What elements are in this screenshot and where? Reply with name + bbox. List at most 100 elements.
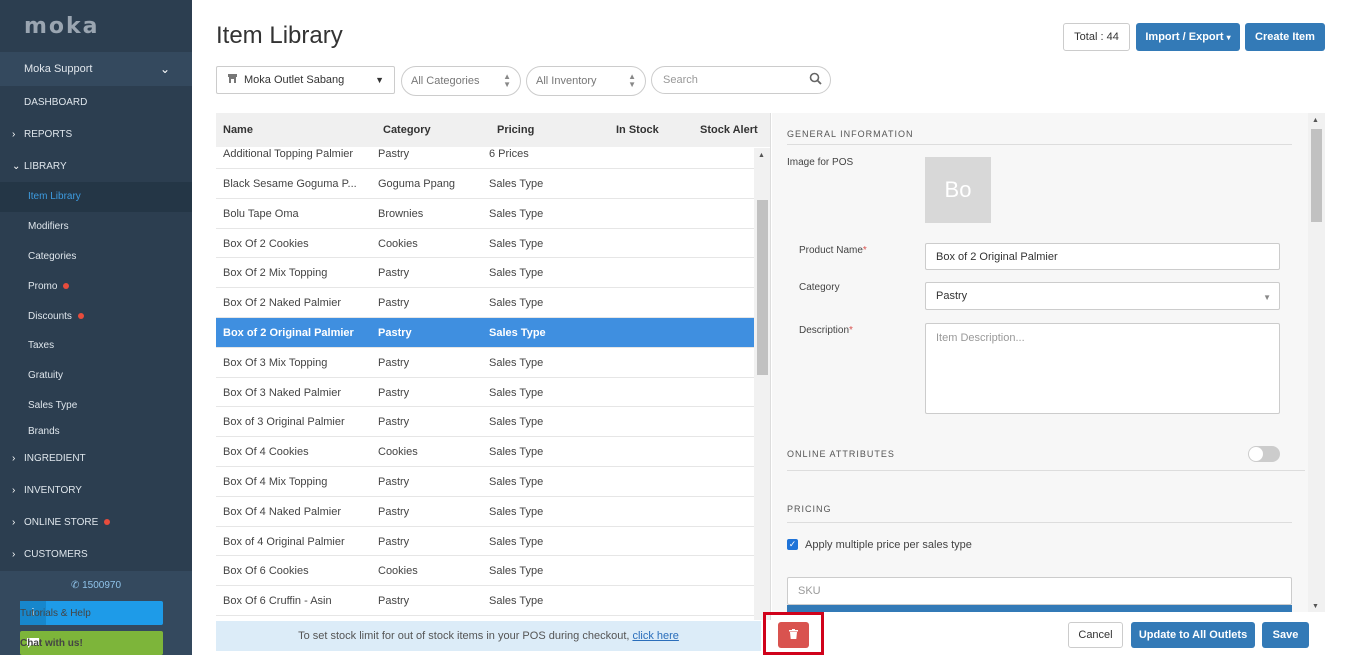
online-attributes-toggle[interactable] (1248, 446, 1280, 462)
divider (787, 522, 1292, 523)
nav-online-store[interactable]: › ONLINE STORE (0, 506, 192, 538)
outlet-select[interactable]: Moka Outlet Sabang ▼ (216, 66, 395, 94)
nav-library[interactable]: ⌄ LIBRARY (0, 150, 192, 182)
description-textarea[interactable]: Item Description... (925, 323, 1280, 414)
general-information-heading: GENERAL INFORMATION (787, 129, 914, 139)
category-filter-select[interactable]: All Categories ▲ ▼ (401, 66, 521, 96)
stock-limit-info-bar: To set stock limit for out of stock item… (216, 621, 761, 651)
table-scrollbar[interactable]: ▲ (754, 148, 770, 620)
cell-category: Pastry (378, 326, 412, 339)
sidebar-item-discounts[interactable]: Discounts (0, 301, 192, 331)
info-bar-text: To set stock limit for out of stock item… (298, 630, 630, 642)
column-header-pricing[interactable]: Pricing (497, 124, 534, 136)
divider (787, 470, 1305, 471)
search-input[interactable]: Search (651, 66, 831, 94)
cell-category: Cookies (378, 565, 418, 578)
notification-dot (63, 283, 70, 290)
support-phone[interactable]: ✆ 1500970 (0, 571, 192, 591)
chat-button[interactable]: Chat with us! (20, 631, 163, 655)
sidebar-item-promo[interactable]: Promo (0, 271, 192, 301)
table-row[interactable]: Box of 3 Original Palmier Pastry Sales Typ… (216, 407, 754, 438)
cell-pricing: Sales Type (489, 475, 544, 488)
nav-reports[interactable]: › REPORTS (0, 118, 192, 150)
cell-name: Box Of 6 Cookies (223, 565, 309, 578)
nav-dashboard[interactable]: DASHBOARD (0, 86, 192, 118)
cell-pricing: Sales Type (489, 416, 544, 429)
account-name: Moka Support (24, 63, 93, 75)
sidebar-item-brands[interactable]: Brands (0, 420, 192, 442)
table-row[interactable]: Box of 2 Original Palmier Pastry Sales Typ… (216, 317, 754, 348)
cancel-button[interactable]: Cancel (1068, 622, 1123, 648)
product-image-placeholder[interactable]: Bo (925, 157, 991, 223)
table-row[interactable]: Box Of 3 Mix Topping Pastry Sales Type (216, 348, 754, 378)
scroll-up-arrow-icon[interactable]: ▲ (1312, 117, 1319, 124)
nav-library-label: LIBRARY (24, 160, 67, 172)
nav-inventory[interactable]: › INVENTORY (0, 474, 192, 506)
sidebar-item-sales-type[interactable]: Sales Type (0, 391, 192, 421)
delete-button[interactable] (778, 622, 809, 648)
sidebar-item-discounts-label: Discounts (28, 310, 72, 322)
chevron-right-icon: › (12, 128, 16, 140)
category-select[interactable]: Pastry ▼ (925, 282, 1280, 310)
chevron-right-icon: › (12, 484, 16, 496)
sku-input[interactable]: SKU (787, 577, 1292, 605)
inventory-filter-select[interactable]: All Inventory ▲ ▼ (526, 66, 646, 96)
click-here-link[interactable]: click here (632, 630, 678, 642)
update-all-outlets-button[interactable]: Update to All Outlets (1131, 622, 1255, 648)
scrollbar-thumb[interactable] (757, 200, 768, 375)
table-row[interactable]: Box Of 2 Naked Palmier Pastry Sales Type (216, 288, 754, 318)
table-row[interactable]: Box Of 3 Naked Palmier Pastry Sales Type (216, 378, 754, 408)
nav-ingredient[interactable]: › INGREDIENT (0, 442, 192, 474)
tutorials-help-button[interactable]: i Tutorials & Help (20, 601, 163, 625)
table-row[interactable]: Black Sesame Goguma P... Goguma Ppang Sale… (216, 169, 754, 199)
scrollbar-thumb[interactable] (1311, 129, 1322, 222)
sidebar-footer: ✆ 1500970 i Tutorials & Help Chat with u… (0, 571, 192, 655)
table-row[interactable]: Box Of 2 Mix Topping Pastry Sales Type (216, 258, 754, 289)
outlet-select-value: Moka Outlet Sabang (244, 74, 345, 86)
sidebar-item-modifiers[interactable]: Modifiers (0, 212, 192, 242)
cell-pricing: Sales Type (489, 297, 544, 310)
table-row[interactable]: Additional Topping Palmier Pastry 6 Prices (216, 148, 754, 169)
column-header-category[interactable]: Category (383, 124, 431, 136)
cell-category: Pastry (378, 475, 410, 488)
table-row[interactable]: Box Of 6 Cruffin - Asin Pastry Sales Type (216, 586, 754, 616)
nav-customers-label: CUSTOMERS (24, 548, 88, 560)
cell-name: Additional Topping Palmier (223, 148, 354, 160)
item-detail-panel: GENERAL INFORMATION Image for POS Bo Pro… (772, 113, 1325, 612)
table-row[interactable]: Box Of 4 Mix Topping Pastry Sales Type (216, 467, 754, 497)
table-row[interactable]: Box Of 4 Cookies Cookies Sales Type (216, 437, 754, 467)
table-row[interactable]: Box Of 2 Cookies Cookies Sales Type (216, 229, 754, 259)
sidebar-item-taxes[interactable]: Taxes (0, 331, 192, 361)
multiple-price-label: Apply multiple price per sales type (805, 539, 972, 551)
multiple-price-checkbox[interactable]: ✓ (787, 539, 798, 550)
create-item-button[interactable]: Create Item (1245, 23, 1325, 51)
product-name-input[interactable]: Box of 2 Original Palmier (925, 243, 1280, 270)
cell-category: Pastry (378, 267, 410, 280)
cell-name: Box Of 4 Naked Palmier (223, 505, 341, 518)
pricing-heading: PRICING (787, 504, 832, 514)
search-icon[interactable] (809, 72, 822, 88)
save-button[interactable]: Save (1262, 622, 1309, 648)
column-header-stock-alert[interactable]: Stock Alert (700, 124, 758, 136)
table-row[interactable]: Box Of 4 Naked Palmier Pastry Sales Type (216, 497, 754, 527)
scroll-up-arrow-icon[interactable]: ▲ (758, 152, 765, 159)
sidebar-item-gratuity[interactable]: Gratuity (0, 361, 192, 391)
cell-pricing: Sales Type (489, 207, 544, 220)
nav-customers[interactable]: › CUSTOMERS (0, 538, 192, 570)
cell-name: Black Sesame Goguma P... (223, 178, 357, 190)
table-row[interactable]: Box Of 6 Cookies Cookies Sales Type (216, 556, 754, 587)
cell-pricing: Sales Type (489, 595, 544, 608)
sidebar-item-item-library[interactable]: Item Library (0, 182, 192, 212)
table-row[interactable]: Box of 4 Original Palmier Pastry Sales Typ… (216, 527, 754, 557)
scroll-down-arrow-icon[interactable]: ▼ (1312, 603, 1319, 610)
import-export-button[interactable]: Import / Export ▾ (1136, 23, 1240, 51)
table-row[interactable]: Bolu Tape Oma Brownies Sales Type (216, 199, 754, 229)
table-header: Name Category Pricing In Stock Stock Ale… (216, 113, 770, 147)
cell-name: Box Of 4 Mix Topping (223, 475, 328, 488)
phone-icon: ✆ (70, 580, 80, 591)
account-selector[interactable]: Moka Support ⌄ (0, 52, 192, 86)
column-header-name[interactable]: Name (223, 124, 253, 136)
panel-scrollbar[interactable]: ▲ ▼ (1308, 113, 1325, 612)
column-header-in-stock[interactable]: In Stock (616, 124, 659, 136)
sidebar-item-categories[interactable]: Categories (0, 242, 192, 272)
